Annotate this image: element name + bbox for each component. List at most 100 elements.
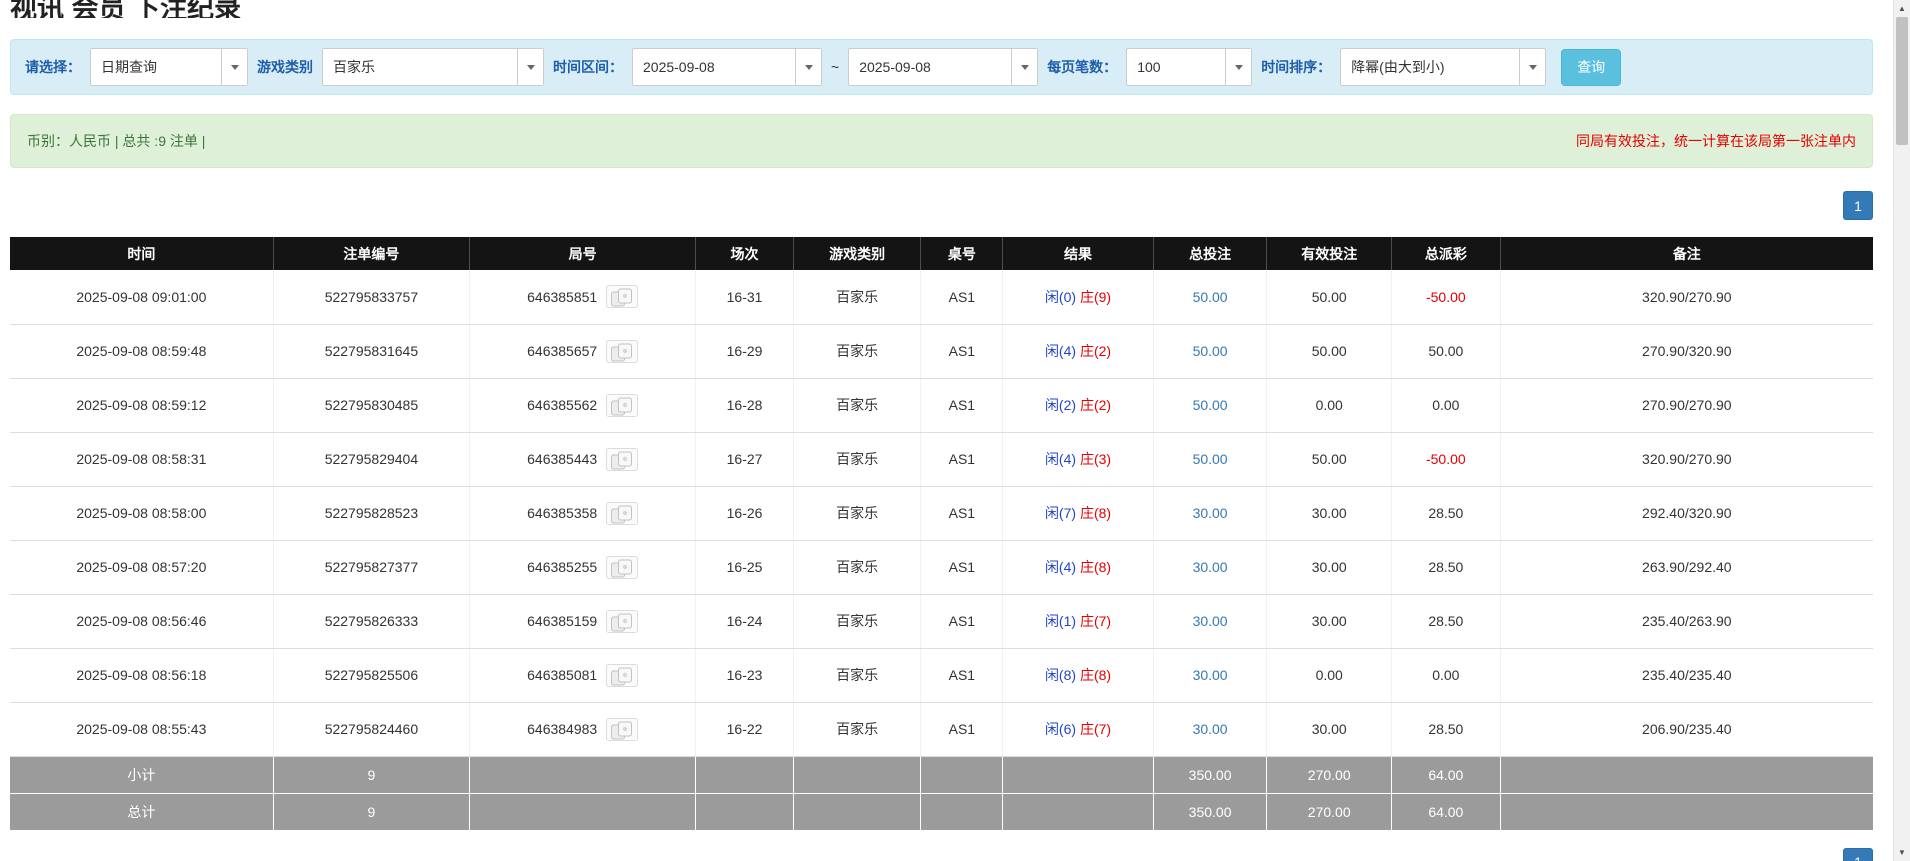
result-player: 闲(8) xyxy=(1045,667,1076,683)
cell-total-bet: 30.00 xyxy=(1153,594,1267,648)
cell-table-id: AS1 xyxy=(921,648,1003,702)
round-result-icon[interactable] xyxy=(606,394,638,417)
scrollbar-thumb[interactable] xyxy=(1896,17,1908,145)
total-bet-link[interactable]: 30.00 xyxy=(1193,721,1228,737)
chevron-down-icon[interactable] xyxy=(1519,49,1545,85)
summary-label: 总计 xyxy=(10,793,273,830)
total-bet-link[interactable]: 50.00 xyxy=(1193,397,1228,413)
column-header: 时间 xyxy=(10,237,273,270)
cell-time: 2025-09-08 08:55:43 xyxy=(10,702,273,756)
cell-round: 646385851 xyxy=(470,270,696,324)
chevron-down-icon[interactable] xyxy=(795,49,821,85)
cell-bet-id: 522795828523 xyxy=(273,486,469,540)
cell-session: 16-25 xyxy=(696,540,794,594)
query-type-label: 请选择： xyxy=(25,57,81,77)
chevron-down-icon[interactable] xyxy=(221,49,247,85)
cell-round: 646384983 xyxy=(470,702,696,756)
page-1-button[interactable]: 1 xyxy=(1843,191,1873,220)
cell-valid-bet: 50.00 xyxy=(1267,432,1392,486)
cell-table-id: AS1 xyxy=(921,270,1003,324)
chevron-down-icon[interactable] xyxy=(517,49,543,85)
cell-game-type: 百家乐 xyxy=(793,702,921,756)
vertical-scrollbar[interactable]: ▲ ▼ xyxy=(1893,0,1910,861)
cell-payout: 0.00 xyxy=(1392,378,1501,432)
date-to-input[interactable]: 2025-09-08 xyxy=(848,48,1038,86)
cell-result: 闲(2) 庄(2) xyxy=(1003,378,1154,432)
total-bet-link[interactable]: 50.00 xyxy=(1193,451,1228,467)
cell-valid-bet: 30.00 xyxy=(1267,594,1392,648)
column-header: 有效投注 xyxy=(1267,237,1392,270)
summary-payout: 64.00 xyxy=(1392,756,1501,793)
total-bet-link[interactable]: 30.00 xyxy=(1193,667,1228,683)
round-result-icon[interactable] xyxy=(606,664,638,687)
round-number: 646385443 xyxy=(527,451,597,467)
game-type-select[interactable]: 百家乐 xyxy=(322,48,544,86)
total-bet-link[interactable]: 50.00 xyxy=(1193,289,1228,305)
cell-time: 2025-09-08 08:57:20 xyxy=(10,540,273,594)
round-number: 646385657 xyxy=(527,343,597,359)
date-from-input[interactable]: 2025-09-08 xyxy=(632,48,822,86)
cell-table-id: AS1 xyxy=(921,378,1003,432)
cell-bet-id: 522795826333 xyxy=(273,594,469,648)
search-button[interactable]: 查询 xyxy=(1561,49,1621,86)
date-range-separator: ~ xyxy=(831,59,839,75)
round-number: 646385081 xyxy=(527,667,597,683)
column-header: 结果 xyxy=(1003,237,1154,270)
cell-session: 16-29 xyxy=(696,324,794,378)
column-header: 注单编号 xyxy=(273,237,469,270)
round-result-icon[interactable] xyxy=(606,340,638,363)
total-bet-link[interactable]: 30.00 xyxy=(1193,559,1228,575)
result-banker: 庄(9) xyxy=(1080,289,1111,305)
bet-record-row: 2025-09-08 08:58:00522795828523646385358… xyxy=(10,486,1873,540)
bet-record-row: 2025-09-08 08:57:20522795827377646385255… xyxy=(10,540,1873,594)
total-bet-link[interactable]: 30.00 xyxy=(1193,613,1228,629)
cell-session: 16-27 xyxy=(696,432,794,486)
cell-payout: -50.00 xyxy=(1392,432,1501,486)
cell-bet-id: 522795825506 xyxy=(273,648,469,702)
cell-total-bet: 50.00 xyxy=(1153,324,1267,378)
sort-order-select[interactable]: 降幂(由大到小) xyxy=(1340,48,1546,86)
sort-order-label: 时间排序： xyxy=(1261,57,1331,77)
cell-time: 2025-09-08 08:56:18 xyxy=(10,648,273,702)
scroll-down-icon[interactable]: ▼ xyxy=(1894,844,1910,861)
summary-bar: 币别：人民币 | 总共 :9 注单 | 同局有效投注，统一计算在该局第一张注单内 xyxy=(10,114,1873,168)
total-bet-link[interactable]: 30.00 xyxy=(1193,505,1228,521)
chevron-down-icon[interactable] xyxy=(1011,49,1037,85)
round-result-icon[interactable] xyxy=(606,285,638,308)
result-banker: 庄(7) xyxy=(1080,613,1111,629)
cell-bet-id: 522795829404 xyxy=(273,432,469,486)
cell-session: 16-23 xyxy=(696,648,794,702)
round-number: 646385851 xyxy=(527,289,597,305)
result-banker: 庄(2) xyxy=(1080,343,1111,359)
round-result-icon[interactable] xyxy=(606,718,638,741)
cell-table-id: AS1 xyxy=(921,594,1003,648)
summary-payout: 64.00 xyxy=(1392,793,1501,830)
summary-count: 9 xyxy=(273,756,469,793)
page-size-select[interactable]: 100 xyxy=(1126,48,1252,86)
cell-valid-bet: 0.00 xyxy=(1267,378,1392,432)
query-type-select[interactable]: 日期查询 xyxy=(90,48,248,86)
round-result-icon[interactable] xyxy=(606,502,638,525)
page-1-button[interactable]: 1 xyxy=(1843,848,1873,861)
round-result-icon[interactable] xyxy=(606,556,638,579)
round-result-icon[interactable] xyxy=(606,610,638,633)
cell-game-type: 百家乐 xyxy=(793,432,921,486)
table-header-row: 时间注单编号局号场次游戏类别桌号结果总投注有效投注总派彩备注 xyxy=(10,237,1873,270)
cell-time: 2025-09-08 09:01:00 xyxy=(10,270,273,324)
cell-game-type: 百家乐 xyxy=(793,378,921,432)
pagination-bottom: 1 xyxy=(10,848,1873,861)
cell-session: 16-26 xyxy=(696,486,794,540)
cell-round: 646385657 xyxy=(470,324,696,378)
cell-payout: 28.50 xyxy=(1392,702,1501,756)
total-bet-link[interactable]: 50.00 xyxy=(1193,343,1228,359)
time-range-label: 时间区间： xyxy=(553,57,623,77)
column-header: 游戏类别 xyxy=(793,237,921,270)
game-type-label: 游戏类别 xyxy=(257,57,313,77)
cell-game-type: 百家乐 xyxy=(793,324,921,378)
cell-time: 2025-09-08 08:58:00 xyxy=(10,486,273,540)
chevron-down-icon[interactable] xyxy=(1225,49,1251,85)
round-result-icon[interactable] xyxy=(606,448,638,471)
currency-total-info: 币别：人民币 | 总共 :9 注单 | xyxy=(27,131,205,151)
pagination-top: 1 xyxy=(10,191,1873,220)
scroll-up-icon[interactable]: ▲ xyxy=(1894,0,1910,17)
